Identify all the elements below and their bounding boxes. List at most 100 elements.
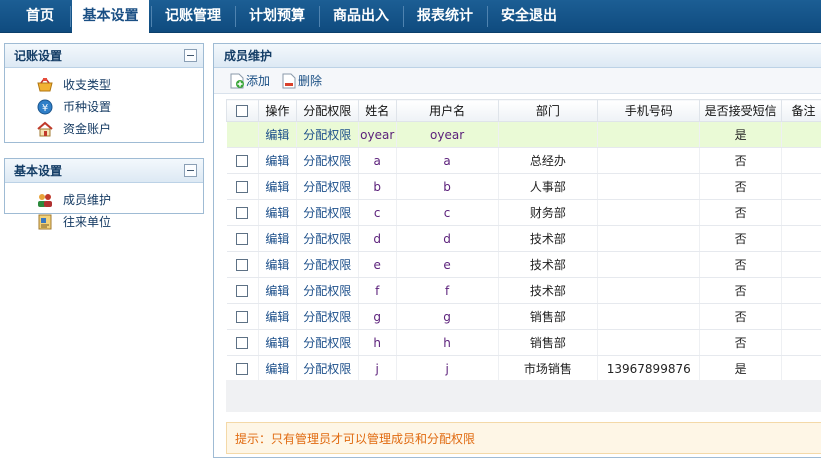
select-all-checkbox[interactable] <box>236 105 249 117</box>
department-cell: 市场销售 <box>498 355 599 382</box>
select-cell[interactable] <box>226 225 259 252</box>
table-row[interactable]: 编辑 分配权限 a a 总经办 否 <box>226 147 821 174</box>
sms-cell: 是 <box>699 121 783 148</box>
row-checkbox[interactable] <box>236 337 249 349</box>
row-checkbox[interactable] <box>236 207 249 219</box>
permission-link-text[interactable]: 分配权限 <box>303 128 351 142</box>
permission-link[interactable]: 分配权限 <box>296 277 359 304</box>
edit-link-text[interactable]: 编辑 <box>265 336 289 350</box>
sidebar-item-fund-accounts[interactable]: 资金账户 <box>37 119 111 139</box>
table-row[interactable]: 编辑 分配权限 g g 销售部 否 <box>226 303 821 330</box>
row-checkbox[interactable] <box>236 181 249 193</box>
sms-cell: 否 <box>699 277 783 304</box>
nav-home[interactable]: 首页 <box>12 0 68 33</box>
select-all-header[interactable] <box>226 99 259 122</box>
edit-link[interactable]: 编辑 <box>258 199 297 226</box>
row-checkbox[interactable] <box>236 285 249 297</box>
collapse-icon[interactable] <box>184 49 197 62</box>
permission-link[interactable]: 分配权限 <box>296 355 359 382</box>
table-row[interactable]: 编辑 分配权限 j j 市场销售 13967899876 是 <box>226 355 821 382</box>
sidebar-item-partners[interactable]: 往来单位 <box>37 212 111 232</box>
row-checkbox[interactable] <box>236 155 249 167</box>
permission-link[interactable]: 分配权限 <box>296 147 359 174</box>
phone-cell <box>597 121 701 148</box>
edit-link-text[interactable]: 编辑 <box>265 232 289 246</box>
permission-link[interactable]: 分配权限 <box>296 121 359 148</box>
select-cell[interactable] <box>226 173 259 200</box>
permission-link-text[interactable]: 分配权限 <box>303 336 351 350</box>
select-cell[interactable] <box>226 277 259 304</box>
delete-button[interactable]: 删除 <box>282 72 322 90</box>
table-row[interactable]: 编辑 分配权限 c c 财务部 否 <box>226 199 821 226</box>
permission-link-text[interactable]: 分配权限 <box>303 310 351 324</box>
name-cell: j <box>358 355 397 382</box>
select-cell[interactable] <box>226 199 259 226</box>
row-checkbox[interactable] <box>236 233 249 245</box>
sidebar-item-income-expense-types[interactable]: 收支类型 <box>37 75 111 95</box>
name-cell-text: oyear <box>360 127 395 142</box>
nav-logout[interactable]: 安全退出 <box>491 0 567 33</box>
nav-budget[interactable]: 计划预算 <box>239 0 315 33</box>
nav-bookkeeping[interactable]: 记账管理 <box>155 0 231 33</box>
column-header: 手机号码 <box>597 99 701 122</box>
name-cell: c <box>358 199 397 226</box>
table-row[interactable]: 编辑 分配权限 f f 技术部 否 <box>226 277 821 304</box>
edit-link[interactable]: 编辑 <box>258 329 297 356</box>
username-cell: e <box>396 251 499 278</box>
permission-link-text[interactable]: 分配权限 <box>303 180 351 194</box>
table-row[interactable]: 编辑 分配权限 e e 技术部 否 <box>226 251 821 278</box>
edit-link[interactable]: 编辑 <box>258 303 297 330</box>
sidebar-item-members[interactable]: 成员维护 <box>37 190 111 210</box>
permission-link[interactable]: 分配权限 <box>296 329 359 356</box>
table-row[interactable]: 编辑 分配权限 b b 人事部 否 <box>226 173 821 200</box>
table-row[interactable]: 编辑 分配权限 h h 销售部 否 <box>226 329 821 356</box>
row-checkbox[interactable] <box>236 311 249 323</box>
edit-link-text[interactable]: 编辑 <box>265 180 289 194</box>
edit-link-text[interactable]: 编辑 <box>265 310 289 324</box>
nav-reports[interactable]: 报表统计 <box>407 0 483 33</box>
nav-basic-settings[interactable]: 基本设置 <box>72 0 149 34</box>
row-checkbox[interactable] <box>236 259 249 271</box>
note-cell <box>781 277 821 304</box>
toolbar: 添加 删除 <box>214 68 821 94</box>
permission-link-text[interactable]: 分配权限 <box>303 154 351 168</box>
permission-link[interactable]: 分配权限 <box>296 251 359 278</box>
select-cell[interactable] <box>226 303 259 330</box>
permission-link-text[interactable]: 分配权限 <box>303 284 351 298</box>
permission-link[interactable]: 分配权限 <box>296 225 359 252</box>
select-cell[interactable] <box>226 251 259 278</box>
edit-link[interactable]: 编辑 <box>258 173 297 200</box>
edit-link[interactable]: 编辑 <box>258 277 297 304</box>
permission-link[interactable]: 分配权限 <box>296 173 359 200</box>
edit-link[interactable]: 编辑 <box>258 225 297 252</box>
edit-link-text[interactable]: 编辑 <box>265 206 289 220</box>
department-cell-text: 技术部 <box>529 232 566 246</box>
permission-link-text[interactable]: 分配权限 <box>303 258 351 272</box>
select-cell[interactable] <box>226 147 259 174</box>
collapse-icon[interactable] <box>184 164 197 177</box>
edit-link-text[interactable]: 编辑 <box>265 154 289 168</box>
permission-link[interactable]: 分配权限 <box>296 199 359 226</box>
table-row[interactable]: 编辑 分配权限 oyear oyear 是 <box>226 121 821 148</box>
edit-link-text[interactable]: 编辑 <box>265 128 289 142</box>
edit-link-text[interactable]: 编辑 <box>265 284 289 298</box>
edit-link-text[interactable]: 编辑 <box>265 362 289 376</box>
select-cell[interactable] <box>226 121 259 148</box>
table-row[interactable]: 编辑 分配权限 d d 技术部 否 <box>226 225 821 252</box>
permission-link-text[interactable]: 分配权限 <box>303 206 351 220</box>
select-cell[interactable] <box>226 355 259 382</box>
edit-link[interactable]: 编辑 <box>258 147 297 174</box>
select-cell[interactable] <box>226 329 259 356</box>
edit-link[interactable]: 编辑 <box>258 251 297 278</box>
username-cell-text: c <box>443 205 451 220</box>
edit-link-text[interactable]: 编辑 <box>265 258 289 272</box>
nav-goods[interactable]: 商品出入 <box>323 0 399 33</box>
permission-link-text[interactable]: 分配权限 <box>303 362 351 376</box>
edit-link[interactable]: 编辑 <box>258 121 297 148</box>
permission-link[interactable]: 分配权限 <box>296 303 359 330</box>
edit-link[interactable]: 编辑 <box>258 355 297 382</box>
permission-link-text[interactable]: 分配权限 <box>303 232 351 246</box>
sidebar-item-currency[interactable]: ¥ 币种设置 <box>37 97 111 117</box>
row-checkbox[interactable] <box>236 363 249 375</box>
add-button[interactable]: 添加 <box>230 72 270 90</box>
